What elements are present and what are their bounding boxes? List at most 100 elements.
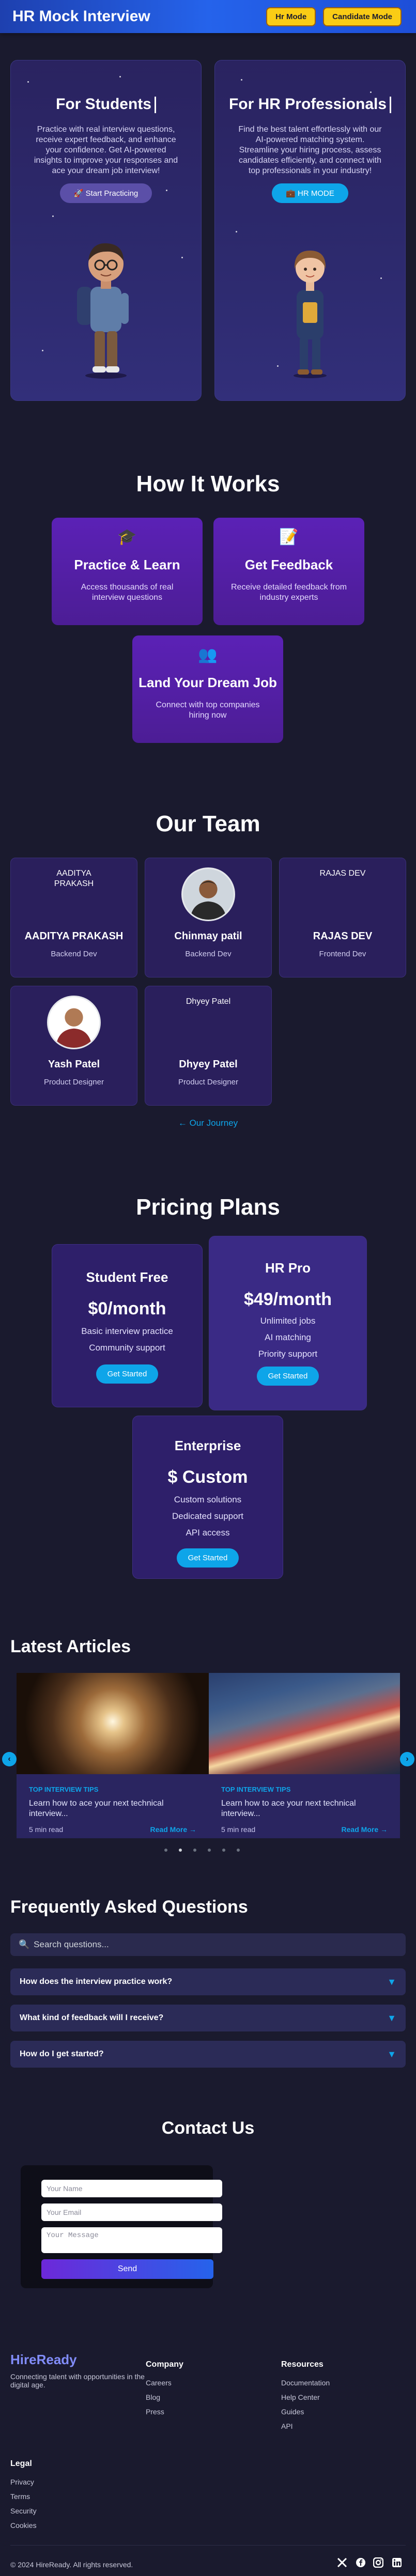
article-tag: TOP INTERVIEW TIPS bbox=[221, 1786, 291, 1793]
candidate-mode-button[interactable]: Candidate Mode bbox=[323, 7, 402, 26]
team-member-role: Frontend Dev bbox=[319, 950, 366, 958]
faq-item[interactable]: What kind of feedback will I receive? ▼ bbox=[10, 2005, 406, 2031]
facebook-icon[interactable] bbox=[356, 2557, 366, 2568]
x-twitter-icon[interactable] bbox=[337, 2557, 347, 2568]
footer-link-cookies[interactable]: Cookies bbox=[10, 2521, 37, 2530]
carousel-dot[interactable] bbox=[222, 1849, 225, 1852]
footer-link-api[interactable]: API bbox=[281, 2422, 293, 2430]
footer-link-help-center[interactable]: Help Center bbox=[281, 2393, 320, 2401]
article-card[interactable]: TOP INTERVIEW TIPS Learn how to ace your… bbox=[209, 1673, 400, 1838]
plan-name: Student Free bbox=[86, 1269, 168, 1285]
faq-search-placeholder: Search questions... bbox=[34, 1939, 109, 1949]
plan-name: Enterprise bbox=[174, 1438, 241, 1453]
send-button[interactable]: Send bbox=[41, 2259, 213, 2279]
footer-link-careers[interactable]: Careers bbox=[146, 2379, 172, 2387]
plan-price: $ Custom bbox=[167, 1467, 248, 1487]
get-started-button[interactable]: Get Started bbox=[176, 1548, 239, 1568]
avatar: Dhyey Patel bbox=[186, 997, 231, 1006]
people-icon: 👥 bbox=[198, 646, 218, 663]
faq-item[interactable]: How does the interview practice work? ▼ bbox=[10, 1968, 406, 1995]
article-image bbox=[209, 1673, 400, 1774]
team-member-name: Yash Patel bbox=[48, 1059, 100, 1070]
article-read-time: 5 min read bbox=[221, 1825, 256, 1834]
faq-question: What kind of feedback will I receive? bbox=[20, 2013, 164, 2022]
contact-form: Your Name Your Email Your Message Send bbox=[21, 2165, 222, 2288]
footer-legal-title: Legal bbox=[10, 2459, 32, 2468]
email-field[interactable]: Your Email bbox=[41, 2203, 222, 2221]
carousel-dot[interactable] bbox=[179, 1849, 182, 1852]
footer-link-privacy[interactable]: Privacy bbox=[10, 2478, 34, 2486]
plan-feature: Community support bbox=[89, 1343, 165, 1353]
student-character-illustration bbox=[77, 243, 129, 379]
instagram-icon[interactable] bbox=[373, 2557, 383, 2568]
students-hero-card: For Students Practice with real intervie… bbox=[10, 60, 202, 401]
team-member-role: Product Designer bbox=[178, 1078, 238, 1087]
article-tag: TOP INTERVIEW TIPS bbox=[29, 1786, 99, 1793]
article-title: Learn how to ace your next technical int… bbox=[221, 1799, 356, 1818]
faq-heading: Frequently Asked Questions bbox=[10, 1897, 248, 1917]
footer-link-press[interactable]: Press bbox=[146, 2408, 164, 2416]
graduation-cap-icon: 🎓 bbox=[117, 529, 137, 546]
hr-hero-description: Find the best talent effortlessly with o… bbox=[238, 125, 382, 176]
chevron-down-icon: ▼ bbox=[387, 2012, 396, 2023]
chevron-right-icon[interactable]: › bbox=[400, 1752, 414, 1766]
article-card[interactable]: TOP INTERVIEW TIPS Learn how to ace your… bbox=[17, 1673, 209, 1838]
avatar: RAJAS DEV bbox=[319, 869, 366, 878]
article-read-time: 5 min read bbox=[29, 1825, 64, 1834]
footer-brand[interactable]: HireReady bbox=[10, 2352, 77, 2368]
faq-question: How does the interview practice work? bbox=[20, 1977, 173, 1986]
person-photo-icon bbox=[183, 869, 234, 920]
how-it-works-card-title: Land Your Dream Job bbox=[138, 675, 277, 690]
footer-link-terms[interactable]: Terms bbox=[10, 2492, 30, 2501]
plan-name: HR Pro bbox=[265, 1260, 311, 1276]
get-started-button[interactable]: Get Started bbox=[256, 1367, 319, 1386]
chevron-down-icon: ▼ bbox=[387, 1976, 396, 1987]
how-it-works-card-description: Connect with top companies hiring now bbox=[156, 701, 260, 720]
site-header: HR Mock Interview Hr Mode Candidate Mode bbox=[0, 0, 416, 33]
team-member-name: Chinmay patil bbox=[174, 930, 242, 942]
chevron-left-icon[interactable]: ‹ bbox=[2, 1752, 17, 1766]
copyright-text: © 2024 HireReady. All rights reserved. bbox=[10, 2561, 133, 2569]
pricing-card: Student Free $0/month Basic interview pr… bbox=[52, 1244, 203, 1407]
carousel-dot[interactable] bbox=[193, 1849, 196, 1852]
hr-mode-hero-button[interactable]: 💼 HR MODE bbox=[272, 183, 348, 204]
team-member-name: AADITYA PRAKASH bbox=[24, 930, 124, 942]
pricing-heading: Pricing Plans bbox=[136, 1194, 280, 1220]
hr-mode-button[interactable]: Hr Mode bbox=[266, 7, 316, 26]
chevron-down-icon: ▼ bbox=[387, 2049, 396, 2059]
footer-link-blog[interactable]: Blog bbox=[146, 2393, 160, 2401]
message-field[interactable]: Your Message bbox=[41, 2227, 222, 2253]
carousel-dot[interactable] bbox=[164, 1849, 167, 1852]
pricing-card: Enterprise $ Custom Custom solutions Ded… bbox=[132, 1416, 283, 1579]
plan-price: $0/month bbox=[88, 1299, 166, 1318]
typing-cursor bbox=[390, 97, 392, 114]
get-started-button[interactable]: Get Started bbox=[96, 1364, 159, 1384]
footer-link-guides[interactable]: Guides bbox=[281, 2408, 304, 2416]
footer-resources-title: Resources bbox=[281, 2360, 323, 2369]
hr-hero-card: For HR Professionals Find the best talen… bbox=[214, 60, 406, 401]
team-member-name: RAJAS DEV bbox=[313, 930, 373, 942]
read-more-link[interactable]: Read More → bbox=[150, 1825, 196, 1834]
faq-question: How do I get started? bbox=[20, 2050, 104, 2058]
footer-link-documentation[interactable]: Documentation bbox=[281, 2379, 330, 2387]
article-title: Learn how to ace your next technical int… bbox=[29, 1799, 164, 1818]
team-member-card: Dhyey Patel Dhyey Patel Product Designer bbox=[145, 986, 272, 1106]
hr-hero-heading: For HR Professionals bbox=[215, 96, 405, 114]
faq-item[interactable]: How do I get started? ▼ bbox=[10, 2041, 406, 2068]
faq-search-input[interactable]: 🔍 Search questions... bbox=[10, 1933, 406, 1956]
article-image bbox=[17, 1673, 209, 1774]
how-it-works-heading: How It Works bbox=[136, 471, 280, 496]
name-field[interactable]: Your Name bbox=[41, 2180, 222, 2197]
linkedin-icon[interactable] bbox=[392, 2557, 402, 2568]
avatar bbox=[181, 867, 235, 921]
how-it-works-card-title: Practice & Learn bbox=[74, 557, 180, 572]
carousel-dot[interactable] bbox=[237, 1849, 240, 1852]
site-logo[interactable]: HR Mock Interview bbox=[12, 8, 150, 25]
our-journey-link[interactable]: ← Our Journey bbox=[0, 1118, 416, 1128]
plan-feature: AI matching bbox=[265, 1332, 311, 1342]
plan-feature: Priority support bbox=[258, 1349, 318, 1359]
start-practicing-button[interactable]: 🚀 Start Practicing bbox=[60, 183, 152, 204]
read-more-link[interactable]: Read More → bbox=[342, 1825, 388, 1834]
carousel-dot[interactable] bbox=[208, 1849, 211, 1852]
footer-link-security[interactable]: Security bbox=[10, 2507, 37, 2515]
